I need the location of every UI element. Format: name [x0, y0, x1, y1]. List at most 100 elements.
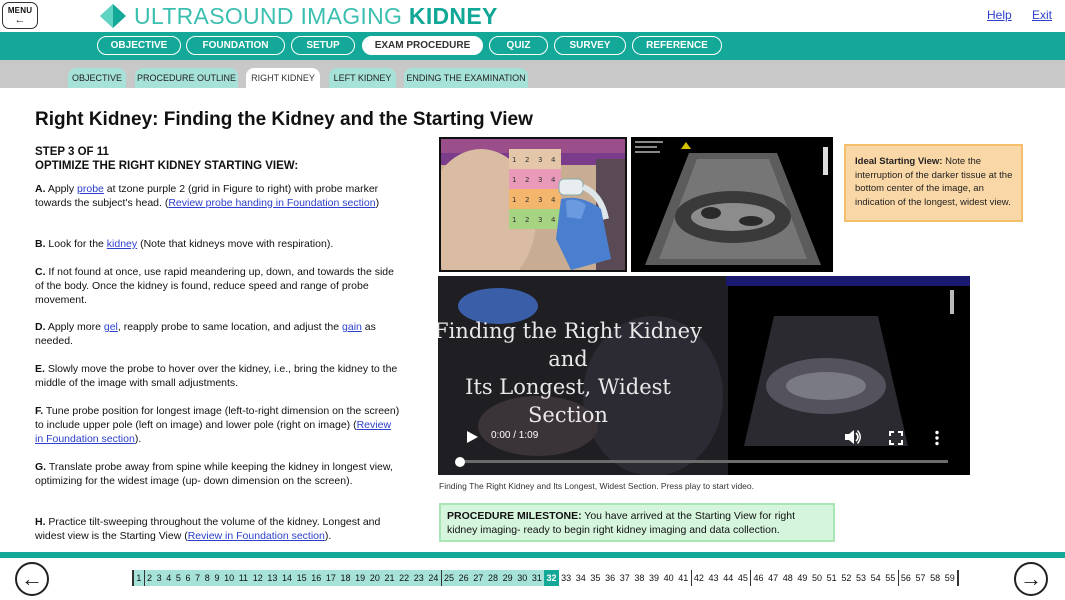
page-number-56[interactable]: 56	[897, 570, 914, 586]
page-number-19[interactable]: 19	[352, 570, 368, 586]
fullscreen-icon[interactable]	[889, 431, 903, 445]
more-options-icon[interactable]	[934, 430, 940, 446]
page-number-42[interactable]: 42	[690, 570, 707, 586]
page-number-53[interactable]: 53	[854, 570, 869, 586]
video-scrubber-handle[interactable]	[455, 456, 465, 467]
page-number-7[interactable]: 7	[192, 570, 203, 586]
page-number-55[interactable]: 55	[883, 570, 898, 586]
page-number-29[interactable]: 29	[500, 570, 515, 586]
page-number-8[interactable]: 8	[202, 570, 213, 586]
page-number-46[interactable]: 46	[750, 570, 766, 586]
page-number-37[interactable]: 37	[617, 570, 632, 586]
subtab-left-kidney[interactable]: LEFT KIDNEY	[329, 68, 396, 88]
video-player[interactable]: Finding the Right Kidney and Its Longest…	[438, 276, 970, 475]
page-number-20[interactable]: 20	[367, 570, 383, 586]
previous-page-button[interactable]: ←	[15, 562, 49, 596]
page-number-31[interactable]: 31	[529, 570, 545, 586]
page-number-51[interactable]: 51	[824, 570, 839, 586]
page-number-32[interactable]: 32	[544, 570, 559, 586]
page-number-57[interactable]: 57	[913, 570, 928, 586]
page-number-33[interactable]: 33	[559, 570, 574, 586]
page-number-17[interactable]: 17	[323, 570, 339, 586]
page-number-34[interactable]: 34	[573, 570, 588, 586]
next-page-button[interactable]: →	[1014, 562, 1048, 596]
review-foundation-link[interactable]: Review in Foundation section	[188, 530, 325, 542]
page-number-1[interactable]: 1	[132, 570, 144, 586]
page-number-13[interactable]: 13	[265, 570, 280, 586]
tab-reference[interactable]: REFERENCE	[632, 36, 722, 55]
tab-quiz[interactable]: QUIZ	[489, 36, 548, 55]
review-probe-handing-link[interactable]: Review probe handing in Foundation secti…	[168, 197, 375, 209]
page-number-22[interactable]: 22	[396, 570, 412, 586]
page-number-25[interactable]: 25	[440, 570, 457, 586]
page-number-14[interactable]: 14	[279, 570, 295, 586]
page-number-4[interactable]: 4	[163, 570, 174, 586]
gel-link[interactable]: gel	[104, 321, 118, 333]
page-number-49[interactable]: 49	[795, 570, 810, 586]
page-number-9[interactable]: 9	[212, 570, 222, 586]
page-number-30[interactable]: 30	[514, 570, 530, 586]
page-number-47[interactable]: 47	[766, 570, 781, 586]
grid-number: 4	[551, 216, 556, 224]
page-number-27[interactable]: 27	[470, 570, 486, 586]
page-number-2[interactable]: 2	[143, 570, 155, 586]
page-number-54[interactable]: 54	[868, 570, 883, 586]
page-number-35[interactable]: 35	[588, 570, 603, 586]
help-link[interactable]: Help	[987, 8, 1012, 22]
page-number-45[interactable]: 45	[736, 570, 751, 586]
page-number-28[interactable]: 28	[485, 570, 501, 586]
video-caption: Finding The Right Kidney and Its Longest…	[439, 481, 754, 491]
subtab-objective[interactable]: OBJECTIVE	[68, 68, 126, 88]
grid-number: 1	[512, 156, 516, 164]
volume-icon[interactable]	[844, 429, 862, 445]
page-number-12[interactable]: 12	[250, 570, 266, 586]
page-number-10[interactable]: 10	[221, 570, 237, 586]
menu-button[interactable]: MENU ←	[2, 2, 38, 29]
video-title-line: Finding the Right Kidney	[438, 319, 702, 343]
instruction-letter: A.	[35, 183, 46, 195]
page-number-16[interactable]: 16	[308, 570, 324, 586]
page-number-18[interactable]: 18	[338, 570, 353, 586]
milestone-heading: PROCEDURE MILESTONE:	[447, 510, 582, 522]
page-number-41[interactable]: 41	[676, 570, 691, 586]
tab-foundation[interactable]: FOUNDATION	[186, 36, 285, 55]
tab-survey[interactable]: SURVEY	[554, 36, 626, 55]
video-progress-track[interactable]	[455, 456, 948, 467]
play-icon[interactable]	[465, 430, 479, 444]
page-number-26[interactable]: 26	[456, 570, 471, 586]
subtab-procedure-outline[interactable]: PROCEDURE OUTLINE	[135, 68, 238, 88]
arrow-left-icon: ←	[21, 566, 43, 591]
page-number-43[interactable]: 43	[706, 570, 721, 586]
page-number-58[interactable]: 58	[928, 570, 943, 586]
page-number-3[interactable]: 3	[154, 570, 164, 586]
page-number-48[interactable]: 48	[780, 570, 795, 586]
page-number-39[interactable]: 39	[647, 570, 662, 586]
instruction-text: )	[375, 196, 380, 209]
probe-link[interactable]: probe	[77, 183, 104, 195]
tab-setup[interactable]: SETUP	[291, 36, 355, 55]
page-number-38[interactable]: 38	[632, 570, 647, 586]
grid-number: 1	[512, 176, 516, 184]
gain-link[interactable]: gain	[342, 321, 362, 333]
page-number-36[interactable]: 36	[603, 570, 618, 586]
page-number-40[interactable]: 40	[661, 570, 676, 586]
subtab-ending-the-examination[interactable]: ENDING THE EXAMINATION	[404, 68, 528, 88]
subtab-right-kidney[interactable]: RIGHT KIDNEY	[246, 68, 320, 88]
page-number-50[interactable]: 50	[810, 570, 825, 586]
tab-exam-procedure[interactable]: EXAM PROCEDURE	[362, 36, 483, 55]
page-number-6[interactable]: 6	[183, 570, 193, 586]
page-number-44[interactable]: 44	[721, 570, 736, 586]
kidney-link[interactable]: kidney	[107, 238, 137, 250]
page-number-52[interactable]: 52	[839, 570, 854, 586]
instruction-text: Slowly move the probe to hover over the …	[35, 363, 398, 389]
page-number-21[interactable]: 21	[382, 570, 397, 586]
tab-objective[interactable]: OBJECTIVE	[97, 36, 181, 55]
page-number-23[interactable]: 23	[411, 570, 427, 586]
page-number-11[interactable]: 11	[236, 570, 251, 586]
diamond-logo-icon	[100, 4, 126, 28]
page-number-5[interactable]: 5	[173, 570, 184, 586]
exit-link[interactable]: Exit	[1032, 8, 1052, 22]
page-number-24[interactable]: 24	[426, 570, 441, 586]
page-number-59[interactable]: 59	[942, 570, 960, 586]
page-number-15[interactable]: 15	[294, 570, 309, 586]
